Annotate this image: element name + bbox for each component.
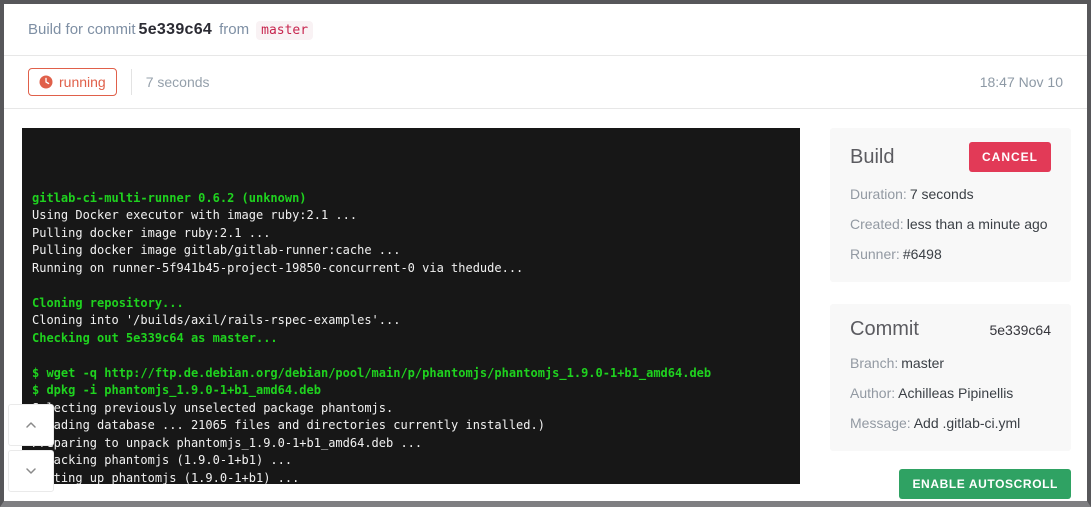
- build-panel-rows: Duration:7 seconds Created:less than a m…: [850, 186, 1051, 262]
- info-value: Achilleas Pipinellis: [898, 385, 1013, 401]
- log-line: $ dpkg -i phantomjs_1.9.0-1+b1_amd64.deb: [32, 382, 790, 400]
- log-line: Preparing to unpack phantomjs_1.9.0-1+b1…: [32, 435, 790, 453]
- enable-autoscroll-button[interactable]: ENABLE AUTOSCROLL: [899, 469, 1071, 499]
- info-label: Runner:: [850, 246, 900, 262]
- build-log-terminal[interactable]: gitlab-ci-multi-runner 0.6.2 (unknown)Us…: [22, 128, 800, 484]
- main-content: gitlab-ci-multi-runner 0.6.2 (unknown)Us…: [4, 109, 1087, 484]
- log-line: gitlab-ci-multi-runner 0.6.2 (unknown): [32, 190, 790, 208]
- info-value: Add .gitlab-ci.yml: [914, 415, 1021, 431]
- build-info-row: Duration:7 seconds: [850, 186, 1051, 202]
- log-line: Cloning repository...: [32, 295, 790, 313]
- commit-panel-title: Commit: [850, 318, 919, 341]
- build-sidebar: Build CANCEL Duration:7 seconds Created:…: [830, 128, 1071, 484]
- log-line: Using Docker executor with image ruby:2.…: [32, 207, 790, 225]
- log-line: Checking out 5e339c64 as master...: [32, 330, 790, 348]
- info-value: master: [901, 355, 944, 371]
- status-badge: running: [28, 68, 117, 96]
- clock-icon: [39, 75, 53, 89]
- log-line: Unpacking phantomjs (1.9.0-1+b1) ...: [32, 452, 790, 470]
- build-page: Build for commit5e339c64frommaster runni…: [0, 0, 1091, 507]
- info-label: Duration:: [850, 186, 907, 202]
- header-prefix: Build for commit: [28, 21, 136, 38]
- commit-sha: 5e339c64: [139, 21, 213, 38]
- build-panel: Build CANCEL Duration:7 seconds Created:…: [830, 128, 1071, 282]
- build-duration: 7 seconds: [131, 69, 210, 95]
- scroll-up-button[interactable]: [8, 404, 54, 446]
- status-bar: running 7 seconds 18:47 Nov 10: [4, 56, 1087, 109]
- info-value: 7 seconds: [910, 186, 974, 202]
- commit-info-row: Message:Add .gitlab-ci.yml: [850, 415, 1051, 431]
- log-line: (Reading database ... 21065 files and di…: [32, 417, 790, 435]
- info-label: Message:: [850, 415, 911, 431]
- info-label: Branch:: [850, 355, 898, 371]
- info-value: #6498: [903, 246, 942, 262]
- log-line: Setting up phantomjs (1.9.0-1+b1) ...: [32, 470, 790, 485]
- commit-panel: Commit 5e339c64 Branch:master Author:Ach…: [830, 304, 1071, 451]
- status-label: running: [59, 74, 106, 90]
- build-timestamp: 18:47 Nov 10: [980, 74, 1063, 90]
- log-line: [32, 347, 790, 365]
- commit-sha-short[interactable]: 5e339c64: [989, 322, 1051, 338]
- build-info-row: Created:less than a minute ago: [850, 216, 1051, 232]
- log-line: $ wget -q http://ftp.de.debian.org/debia…: [32, 365, 790, 383]
- log-line: Selecting previously unselected package …: [32, 400, 790, 418]
- build-info-row: Runner:#6498: [850, 246, 1051, 262]
- info-label: Author:: [850, 385, 895, 401]
- commit-info-row: Branch:master: [850, 355, 1051, 371]
- log-line: [32, 277, 790, 295]
- cancel-button[interactable]: CANCEL: [969, 142, 1051, 172]
- log-line: Pulling docker image ruby:2.1 ...: [32, 225, 790, 243]
- log-line: Cloning into '/builds/axil/rails-rspec-e…: [32, 312, 790, 330]
- build-header: Build for commit5e339c64 from master: [4, 4, 1087, 56]
- build-panel-title: Build: [850, 146, 894, 169]
- log-line: Running on runner-5f941b45-project-19850…: [32, 260, 790, 278]
- chevron-down-icon: [23, 463, 39, 479]
- header-from-label: from: [219, 21, 249, 38]
- build-log-lines: gitlab-ci-multi-runner 0.6.2 (unknown)Us…: [32, 137, 790, 484]
- info-label: Created:: [850, 216, 904, 232]
- scroll-down-button[interactable]: [8, 450, 54, 492]
- commit-panel-head: Commit 5e339c64: [850, 318, 1051, 341]
- log-line: Pulling docker image gitlab/gitlab-runne…: [32, 242, 790, 260]
- chevron-up-icon: [23, 417, 39, 433]
- commit-info-row: Author:Achilleas Pipinellis: [850, 385, 1051, 401]
- commit-panel-rows: Branch:master Author:Achilleas Pipinelli…: [850, 355, 1051, 431]
- branch-link[interactable]: master: [256, 21, 313, 40]
- build-panel-head: Build CANCEL: [850, 142, 1051, 172]
- info-value: less than a minute ago: [907, 216, 1048, 232]
